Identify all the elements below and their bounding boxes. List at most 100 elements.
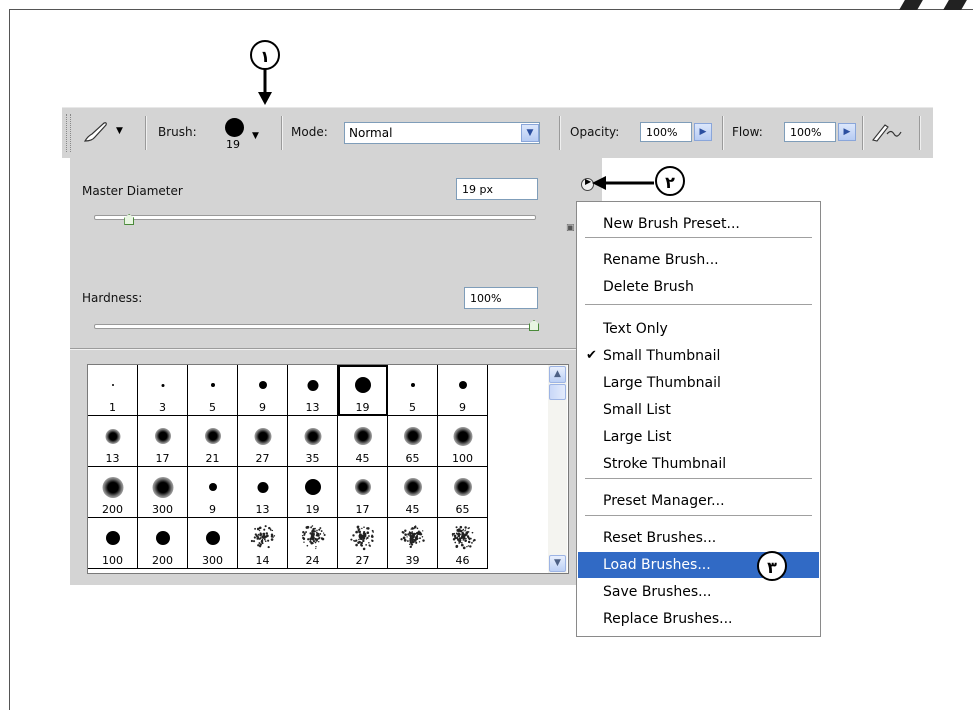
- menu-item[interactable]: Stroke Thumbnail: [578, 451, 819, 477]
- brush-preset-size: 13: [305, 401, 320, 414]
- brush-preset-cell[interactable]: 200: [138, 518, 188, 569]
- brush-preset-size: 300: [202, 554, 223, 567]
- brush-preset-cell[interactable]: 45: [338, 416, 388, 467]
- brush-preset-list: 1 3 5 9 13 19 5 9 13 17 21 27 35 45 65 100 200 300 9 13 19 17…: [87, 364, 569, 574]
- menu-item[interactable]: New Brush Preset...: [578, 211, 819, 237]
- opacity-input[interactable]: 100%: [640, 122, 692, 142]
- flow-slider-toggle[interactable]: ▶: [838, 123, 856, 141]
- menu-item[interactable]: Reset Brushes...: [578, 525, 819, 551]
- hardness-slider[interactable]: [94, 324, 536, 329]
- brush-preset-cell[interactable]: 27: [238, 416, 288, 467]
- brush-preset-cell[interactable]: 13: [288, 365, 338, 416]
- opacity-slider-toggle[interactable]: ▶: [694, 123, 712, 141]
- menu-item-label: New Brush Preset...: [603, 216, 740, 232]
- brush-tip-preview: [204, 428, 221, 444]
- menu-item[interactable]: Save Brushes...: [578, 579, 819, 605]
- hardness-input[interactable]: 100%: [464, 287, 538, 309]
- brush-preset-cell[interactable]: 21: [188, 416, 238, 467]
- master-diameter-input[interactable]: 19 px: [456, 178, 538, 200]
- menu-item-label: Text Only: [603, 321, 668, 337]
- brush-tip-preview: [257, 481, 268, 493]
- brush-preset-cell[interactable]: 19: [338, 365, 388, 416]
- menu-item[interactable]: Small List: [578, 397, 819, 423]
- brush-preset-panel: Master Diameter 19 px ▣ Hardness: 100% 1…: [70, 157, 602, 585]
- brush-preset-cell[interactable]: 9: [188, 467, 238, 518]
- check-icon: ✔: [586, 348, 597, 363]
- menu-item-label: Reset Brushes...: [603, 530, 717, 546]
- brush-tip-preview: [400, 525, 425, 549]
- scroll-up-arrow[interactable]: ▲: [549, 366, 566, 383]
- brush-tip-preview: [453, 478, 472, 496]
- play-arrow-icon: ▶: [585, 177, 592, 186]
- brush-preset-cell[interactable]: 100: [88, 518, 138, 569]
- brush-preset-cell[interactable]: 5: [188, 365, 238, 416]
- menu-item[interactable]: Text Only: [578, 316, 819, 342]
- menu-separator: [585, 237, 812, 238]
- brush-preset-size: 45: [355, 452, 370, 465]
- brush-preset-size: 65: [405, 452, 420, 465]
- scroll-down-arrow[interactable]: ▼: [549, 555, 566, 572]
- menu-item[interactable]: Rename Brush...: [578, 247, 819, 273]
- brush-tip-preview: [451, 525, 476, 550]
- brush-size-value: 19: [226, 138, 240, 151]
- brush-tip-preview: [155, 531, 170, 545]
- toolbar-grip[interactable]: [66, 114, 71, 152]
- brush-picker[interactable]: 19 ▼: [222, 116, 262, 154]
- brush-preset-cell[interactable]: 65: [438, 467, 488, 518]
- brush-tip-preview: [225, 118, 244, 137]
- airbrush-toggle[interactable]: [870, 120, 904, 146]
- brush-preset-cell[interactable]: 35: [288, 416, 338, 467]
- brush-tip-preview: [210, 383, 215, 387]
- preset-scrollbar[interactable]: ▲ ▼: [548, 365, 567, 573]
- brush-preset-cell[interactable]: 39: [388, 518, 438, 569]
- scroll-thumb[interactable]: [549, 384, 566, 400]
- flow-input[interactable]: 100%: [784, 122, 836, 142]
- brush-preset-size: 5: [209, 401, 216, 414]
- brush-preset-cell[interactable]: 17: [338, 467, 388, 518]
- master-diameter-slider[interactable]: [94, 215, 536, 220]
- panel-resize-icon[interactable]: ▣: [566, 223, 575, 233]
- brush-preset-cell[interactable]: 100: [438, 416, 488, 467]
- brush-preset-size: 39: [405, 554, 420, 567]
- menu-item[interactable]: Large List: [578, 424, 819, 450]
- brush-preset-cell[interactable]: 24: [288, 518, 338, 569]
- brush-preset-cell[interactable]: 14: [238, 518, 288, 569]
- brush-preset-cell[interactable]: 9: [438, 365, 488, 416]
- mode-select[interactable]: Normal ▼: [344, 122, 540, 144]
- brush-preset-cell[interactable]: 27: [338, 518, 388, 569]
- brush-preset-cell[interactable]: 9: [238, 365, 288, 416]
- menu-item-label: Small Thumbnail: [603, 348, 721, 364]
- brush-preset-cell[interactable]: 3: [138, 365, 188, 416]
- brush-preset-size: 9: [209, 503, 216, 516]
- brush-preset-cell[interactable]: 17: [138, 416, 188, 467]
- brush-preset-size: 100: [102, 554, 123, 567]
- brush-tip-preview: [105, 531, 120, 545]
- menu-item[interactable]: Small Thumbnail ✔: [578, 343, 819, 369]
- brush-preset-cell[interactable]: 300: [138, 467, 188, 518]
- hardness-slider-thumb[interactable]: [529, 320, 539, 331]
- brush-tip-preview: [353, 427, 372, 445]
- menu-item[interactable]: Preset Manager...: [578, 488, 819, 514]
- tool-preset-picker[interactable]: ▼: [82, 120, 128, 146]
- options-bar: ▼ Brush: 19 ▼ Mode: Normal ▼ Opacity: 10…: [62, 107, 933, 158]
- menu-item[interactable]: Large Thumbnail: [578, 370, 819, 396]
- brush-tip-preview: [105, 428, 120, 444]
- brush-tip-preview: [111, 384, 114, 386]
- brush-preset-cell[interactable]: 46: [438, 518, 488, 569]
- brush-preset-cell[interactable]: 65: [388, 416, 438, 467]
- brush-preset-cell[interactable]: 300: [188, 518, 238, 569]
- brush-tip-preview: [250, 525, 276, 549]
- brush-preset-cell[interactable]: 200: [88, 467, 138, 518]
- brush-preset-cell[interactable]: 45: [388, 467, 438, 518]
- brush-preset-cell[interactable]: 19: [288, 467, 338, 518]
- brush-preset-size: 24: [305, 554, 320, 567]
- brush-preset-cell[interactable]: 13: [238, 467, 288, 518]
- brush-tip-preview: [208, 483, 217, 491]
- menu-item[interactable]: Replace Brushes...: [578, 606, 819, 632]
- brush-preset-cell[interactable]: 1: [88, 365, 138, 416]
- brush-tip-preview: [410, 383, 415, 387]
- menu-item[interactable]: Delete Brush: [578, 274, 819, 300]
- brush-preset-cell[interactable]: 5: [388, 365, 438, 416]
- brush-preset-cell[interactable]: 13: [88, 416, 138, 467]
- brush-preset-size: 46: [455, 554, 470, 567]
